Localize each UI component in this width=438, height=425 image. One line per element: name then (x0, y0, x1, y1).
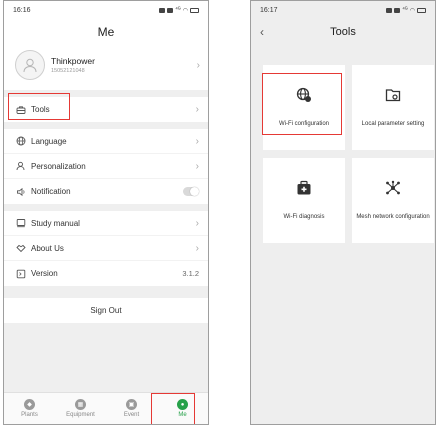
mesh-network-icon (385, 180, 401, 196)
tab-label: Equipment (66, 412, 95, 418)
event-icon: ▣ (126, 399, 137, 410)
tool-mesh-network-configuration[interactable]: Mesh network configuration (352, 158, 434, 243)
profile-name: Thinkpower (51, 56, 95, 66)
compass-icon: ◆ (24, 399, 35, 410)
status-time: 16:17 (260, 6, 278, 14)
tools-highlight-box (8, 93, 70, 120)
menu-item-study-manual[interactable]: Study manual › (4, 211, 208, 236)
menu-group-settings: Language › Personalization › Notificatio… (4, 129, 208, 204)
menu-item-personalization[interactable]: Personalization › (4, 154, 208, 179)
tab-equipment[interactable]: ▦ Equipment (55, 393, 106, 424)
tab-label: Event (123, 412, 140, 418)
me-screen: 16:16 ⁴ᴳ ◠ Me Thinkpower 15052121048 › To… (3, 0, 209, 425)
globe-icon (15, 136, 26, 147)
version-icon (15, 268, 26, 279)
menu-item-label: About Us (31, 243, 64, 253)
menu-item-version[interactable]: Version 3.1.2 (4, 261, 208, 286)
status-bar: 16:16 ⁴ᴳ ◠ (4, 1, 208, 19)
chevron-right-icon: › (196, 59, 200, 71)
menu-item-label: Notification (31, 187, 71, 196)
notification-toggle[interactable] (183, 187, 199, 196)
tools-header: ‹ Tools (251, 19, 435, 45)
status-bar: 16:17 ⁴ᴳ ◠ (251, 1, 435, 19)
menu-item-label: Version (31, 269, 58, 278)
menu-item-language[interactable]: Language › (4, 129, 208, 154)
chevron-right-icon: › (195, 217, 199, 229)
medical-kit-icon (296, 180, 312, 196)
tab-label: Plants (21, 412, 38, 418)
version-value: 3.1.2 (182, 269, 199, 278)
menu-item-label: Personalization (31, 161, 86, 171)
tool-label: Wi-Fi diagnosis (283, 214, 325, 220)
folder-gear-icon (385, 87, 401, 103)
book-icon (15, 218, 26, 229)
chevron-right-icon: › (195, 242, 199, 254)
status-icons: ⁴ᴳ ◠ (159, 7, 199, 14)
tool-label: Mesh network configuration (356, 214, 430, 220)
sign-out-button[interactable]: Sign Out (4, 298, 208, 323)
status-icons: ⁴ᴳ ◠ (386, 7, 426, 14)
person-icon (15, 161, 26, 172)
tools-screen: 16:17 ⁴ᴳ ◠ ‹ Tools Wi-Fi configuration Lo… (250, 0, 436, 425)
profile-id: 15052121048 (51, 68, 85, 74)
menu-item-label: Study manual (31, 218, 80, 228)
chevron-right-icon: › (195, 104, 199, 115)
back-arrow-icon[interactable]: ‹ (260, 25, 264, 39)
chevron-right-icon: › (195, 160, 199, 172)
tab-plants[interactable]: ◆ Plants (4, 393, 55, 424)
chevron-right-icon: › (195, 135, 199, 147)
handshake-icon (15, 243, 26, 254)
page-title: Tools (330, 26, 356, 38)
tool-label: Local parameter setting (361, 121, 425, 127)
page-title: Me (97, 25, 115, 39)
menu-item-label: Language (31, 136, 67, 146)
equipment-icon: ▦ (75, 399, 86, 410)
menu-item-notification[interactable]: Notification (4, 179, 208, 204)
avatar (15, 50, 45, 80)
menu-group-info: Study manual › About Us › Version 3.1.2 (4, 211, 208, 286)
speaker-icon (15, 186, 26, 197)
me-header-area: 16:16 ⁴ᴳ ◠ Me Thinkpower 15052121048 › (4, 1, 208, 90)
profile-card[interactable]: Thinkpower 15052121048 › (4, 46, 208, 90)
me-tab-highlight-box (151, 393, 195, 424)
status-time: 16:16 (13, 6, 31, 14)
wifi-config-highlight-box (262, 73, 342, 135)
tool-local-parameter-setting[interactable]: Local parameter setting (352, 65, 434, 150)
tab-event[interactable]: ▣ Event (106, 393, 157, 424)
tool-wifi-diagnosis[interactable]: Wi-Fi diagnosis (263, 158, 345, 243)
menu-item-about-us[interactable]: About Us › (4, 236, 208, 261)
